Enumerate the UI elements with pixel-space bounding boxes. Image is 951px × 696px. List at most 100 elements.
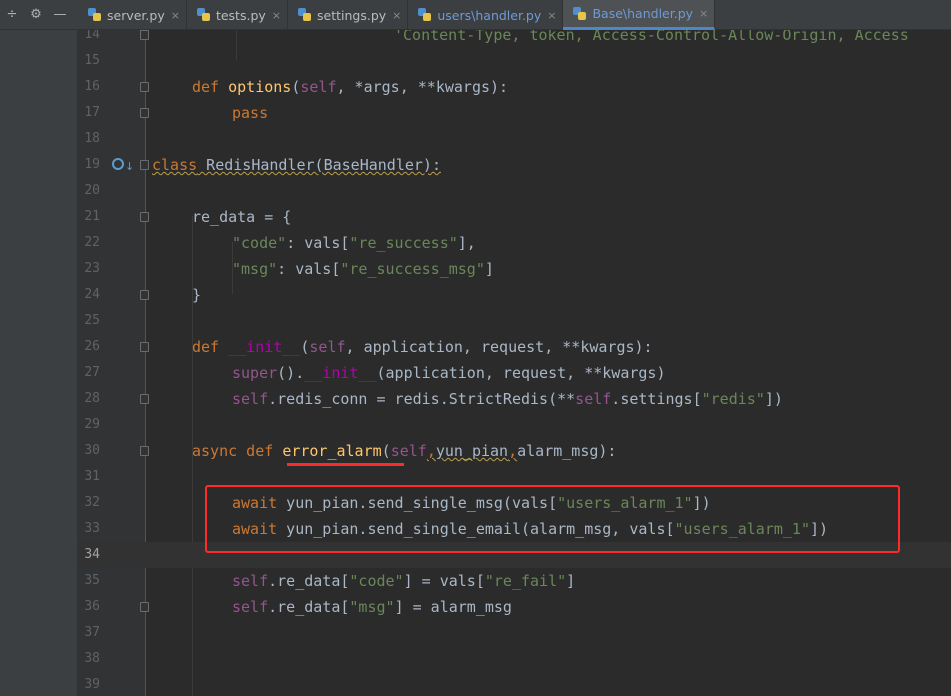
line-number: 37 [84, 625, 100, 640]
punct: ( [381, 442, 391, 460]
magic-method-name: __init__ [304, 364, 377, 382]
code-token: (application, request, **kwargs) [376, 364, 666, 382]
close-icon[interactable]: × [392, 9, 401, 22]
code-token: : vals[ [277, 260, 341, 278]
line-number: 30 [84, 443, 100, 458]
code-line: 18 [78, 126, 951, 152]
fold-marker[interactable] [140, 108, 149, 118]
string-literal: "msg" [232, 260, 278, 278]
self-keyword: self [300, 78, 337, 96]
keyword: pass [232, 104, 269, 122]
string-literal: "redis" [701, 390, 765, 408]
line-number: 19 [84, 157, 100, 172]
code-line: 28 self.redis_conn = redis.StrictRedis(*… [78, 386, 951, 412]
tab-users-handler-py[interactable]: users\handler.py × [408, 0, 564, 30]
code-text: "msg": vals["re_success_msg"] [232, 256, 494, 282]
string-literal: "code" [349, 572, 404, 590]
line-number: 26 [84, 339, 100, 354]
tab-server-py[interactable]: server.py × [78, 0, 187, 30]
code-line: 25 [78, 308, 951, 334]
class-declaration: RedisHandler(BaseHandler): [197, 156, 441, 174]
project-panel [0, 30, 78, 696]
fold-marker[interactable] [140, 342, 149, 352]
python-file-icon [298, 8, 312, 22]
code-token: ] [484, 260, 494, 278]
line-number: 16 [84, 79, 100, 94]
keyword: class [152, 156, 198, 174]
function-name: options [228, 78, 292, 96]
line-number: 25 [84, 313, 100, 328]
self-keyword: self [390, 442, 427, 460]
gear-icon[interactable]: ⚙ [24, 0, 48, 30]
override-method-icon[interactable]: ↓ [112, 156, 134, 174]
fold-marker[interactable] [140, 30, 149, 40]
line-number: 22 [84, 235, 100, 250]
close-icon[interactable]: × [171, 9, 180, 22]
code-text: re_data = { [192, 208, 292, 226]
code-token: .re_data[ [268, 572, 350, 590]
string-literal: "msg" [349, 598, 395, 616]
code-token: : vals[ [286, 234, 350, 252]
line-number: 17 [84, 105, 100, 120]
editor-tab-bar: ÷ ⚙ — server.py × tests.py × settings.py… [0, 0, 951, 30]
punct: , [426, 442, 436, 460]
line-number: 21 [84, 209, 100, 224]
code-token: (). [277, 364, 305, 382]
line-number: 28 [84, 391, 100, 406]
fold-marker[interactable] [140, 212, 149, 222]
self-keyword: self [232, 598, 269, 616]
line-number: 15 [84, 53, 100, 68]
collapse-icon[interactable]: ÷ [0, 0, 24, 30]
file-tabs: server.py × tests.py × settings.py × use… [78, 0, 716, 30]
code-text: def options(self, *args, **kwargs): [192, 74, 508, 100]
tab-settings-py[interactable]: settings.py × [288, 0, 409, 30]
close-icon[interactable]: × [547, 9, 556, 22]
code-token: .redis_conn = redis.StrictRedis(** [268, 390, 576, 408]
code-text: async def error_alarm(self,yun_pian,alar… [192, 438, 616, 464]
code-token: .re_data[ [268, 598, 350, 616]
python-file-icon [196, 8, 211, 22]
fold-marker[interactable] [140, 446, 149, 456]
line-number: 29 [84, 417, 100, 432]
self-keyword: self [309, 338, 346, 356]
code-line: 22 "code": vals["re_success"], [78, 230, 951, 256]
line-number: 36 [84, 599, 100, 614]
tab-base-handler-py[interactable]: Base\handler.py × [563, 0, 716, 30]
code-line: 29 [78, 412, 951, 438]
tab-tests-py[interactable]: tests.py × [187, 0, 288, 30]
code-editor[interactable]: 14 'Content-Type, token, Access-Control-… [78, 30, 951, 696]
code-text: self.re_data["code"] = vals["re_fail"] [232, 568, 575, 594]
keyword: def [192, 78, 229, 96]
fold-marker[interactable] [140, 602, 149, 612]
hide-icon[interactable]: — [48, 0, 72, 30]
string-literal: "re_fail" [484, 572, 567, 590]
fold-marker[interactable] [140, 160, 149, 170]
close-icon[interactable]: × [699, 7, 708, 20]
tab-label: server.py [107, 7, 165, 23]
line-number: 20 [84, 183, 100, 198]
magic-method-name: __init__ [228, 338, 301, 356]
code-line: 37 [78, 620, 951, 646]
close-icon[interactable]: × [272, 9, 281, 22]
fold-marker[interactable] [140, 290, 149, 300]
python-file-icon [573, 6, 587, 21]
code-token: ] = vals[ [403, 572, 485, 590]
self-keyword: self [232, 572, 269, 590]
keyword: async def [192, 442, 283, 460]
code-line: 39 [78, 672, 951, 696]
code-line: 27 super().__init__(application, request… [78, 360, 951, 386]
code-line: 14 'Content-Type, token, Access-Control-… [78, 30, 951, 48]
code-text: def __init__(self, application, request,… [192, 334, 653, 360]
line-number: 31 [84, 469, 100, 484]
code-token: ] [566, 572, 576, 590]
code-line: 21 re_data = { [78, 204, 951, 230]
code-token: , *args, **kwargs): [336, 78, 509, 96]
fold-marker[interactable] [140, 394, 149, 404]
string-literal: "re_success_msg" [340, 260, 485, 278]
fold-marker[interactable] [140, 82, 149, 92]
self-keyword: self [232, 390, 269, 408]
code-line: 16 def options(self, *args, **kwargs): [78, 74, 951, 100]
builtin-super: super [232, 364, 278, 382]
code-text: class RedisHandler(BaseHandler): [152, 152, 441, 178]
code-line: 35 self.re_data["code"] = vals["re_fail"… [78, 568, 951, 594]
